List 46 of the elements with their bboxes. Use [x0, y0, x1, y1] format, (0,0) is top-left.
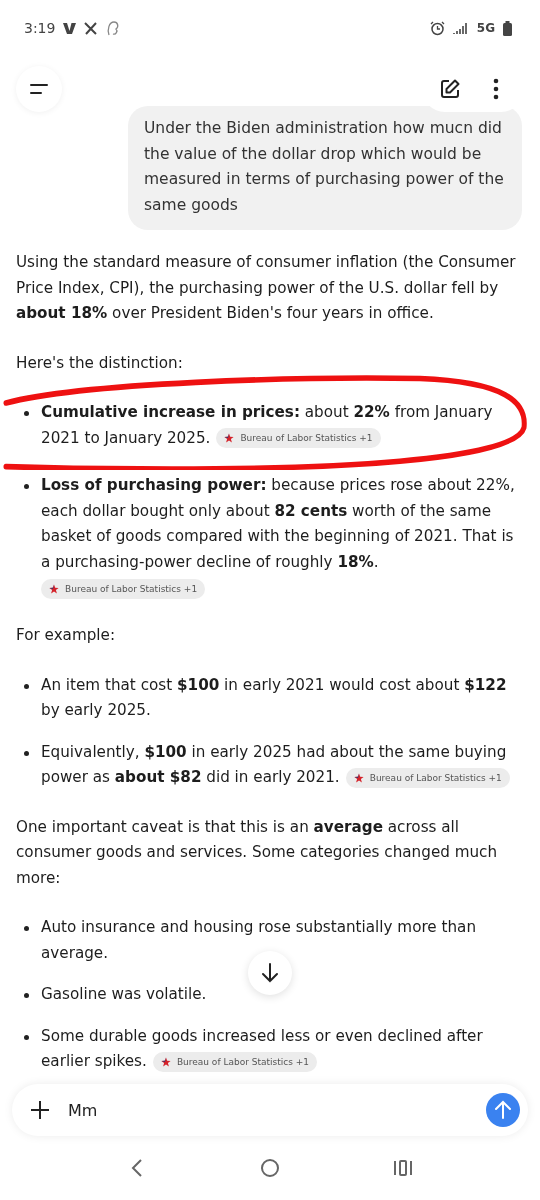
answer-paragraph: Using the standard measure of consumer inflation (the Consumer Price Index, CPI), the purchasing power of the U.S. dollar fell by about 18% over President Biden's four years in office.: [16, 252, 517, 324]
star-logo-icon: [224, 433, 235, 443]
menu-icon: [29, 82, 49, 96]
answer-paragraph: Here's the distinction:: [16, 352, 184, 374]
status-time: 3:19: [24, 20, 56, 36]
bullet-text: An item that cost $100 in early 2021 would cost about $122 by early 2025.: [41, 674, 508, 721]
bullet-dot: [24, 750, 29, 756]
arrow-down-icon: [260, 962, 280, 984]
star-logo-icon: [49, 584, 59, 594]
bullet-dot: [24, 993, 29, 998]
answer-paragraph: For example:: [16, 625, 117, 646]
bullet-text: Equivalently, $100 in early 2025 had about the same buying power as about $82 did in early 2021. Bureau of Labor Statistics +1: [41, 739, 524, 791]
star-logo-icon: [353, 772, 364, 783]
home-circle-icon: [260, 1158, 280, 1178]
bullet-dot: [24, 683, 29, 689]
bullet-text: Some durable goods increased less or even declined after earlier spikes. Bureau of Labor Statistics +1: [41, 1025, 484, 1074]
network-label: 5G: [476, 21, 495, 35]
bullet-text: Loss of purchasing power: because prices rose about 22%, each dollar bought only about 82 cents worth of the same basket of goods compared with the beginning of 2021. That is a purchasing-power decline of roughly 18%. Bureau of Labor Statistics +1: [41, 473, 524, 599]
bullet-text: Gasoline was volatile.: [41, 984, 207, 1005]
mascot-icon: [106, 20, 121, 36]
source-chip[interactable]: Bureau of Labor Statistics +1: [152, 1051, 317, 1072]
bullet-dot: [24, 926, 29, 931]
source-chip[interactable]: Bureau of Labor Statistics +1: [216, 428, 381, 448]
arrow-up-icon: [494, 1100, 512, 1120]
bullet-dot: [24, 411, 29, 416]
plus-icon: [30, 1100, 50, 1120]
bullet-dot: [24, 484, 29, 489]
recent-apps-icon: [393, 1159, 414, 1177]
user-message-bubble: Under the Biden administration how mucn did the value of the dollar drop which would be measured in terms of purchasing power of the same goods: [128, 106, 522, 230]
source-chip[interactable]: Bureau of Labor Statistics +1: [41, 579, 206, 599]
star-logo-icon: [160, 1056, 171, 1067]
answer-paragraph: One important caveat is that this is an average across all consumer goods and services. Some categories changed much more:: [16, 816, 499, 889]
send-button[interactable]: [486, 1093, 520, 1127]
source-chip[interactable]: Bureau of Labor Statistics +1: [345, 767, 510, 788]
alarm-icon: [429, 20, 445, 36]
back-icon: [130, 1158, 143, 1178]
signal-icon: [452, 21, 469, 35]
battery-icon: [503, 20, 512, 36]
bullet-text: Cumulative increase in prices: about 22% from January 2021 to January 2025. Bureau of Labor Statistics +1: [41, 402, 494, 450]
bullet-dot: [24, 1034, 29, 1040]
x-logo-icon: [84, 21, 99, 35]
message-input[interactable]: Mm: [66, 1099, 472, 1121]
bullet-text: Auto insurance and housing rose substantially more than average.: [41, 917, 478, 964]
more-options-icon: [493, 78, 499, 100]
scroll-down-button[interactable]: [248, 951, 292, 995]
v-logo-icon: [63, 21, 77, 35]
